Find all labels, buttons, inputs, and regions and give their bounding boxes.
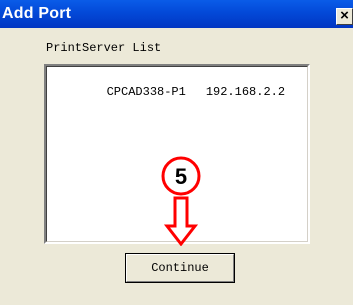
printserver-ip: 192.168.2.2 <box>205 85 286 99</box>
close-button[interactable]: × <box>336 7 353 25</box>
continue-button[interactable]: Continue <box>125 253 235 283</box>
close-icon: × <box>340 7 349 24</box>
add-port-dialog: Add Port × PrintServer List CPCAD338-P1 1… <box>0 0 353 305</box>
continue-button-label: Continue <box>126 254 234 282</box>
down-arrow-icon <box>163 196 199 246</box>
window-title: Add Port <box>2 5 72 22</box>
title-bar: Add Port × <box>0 0 353 28</box>
list-item[interactable]: CPCAD338-P1 192.168.2.2 <box>49 71 285 113</box>
printserver-list-label: PrintServer List <box>46 41 162 55</box>
step-number: 5 <box>175 164 187 189</box>
step-callout: 5 <box>161 156 201 246</box>
printserver-name: CPCAD338-P1 <box>106 85 186 99</box>
